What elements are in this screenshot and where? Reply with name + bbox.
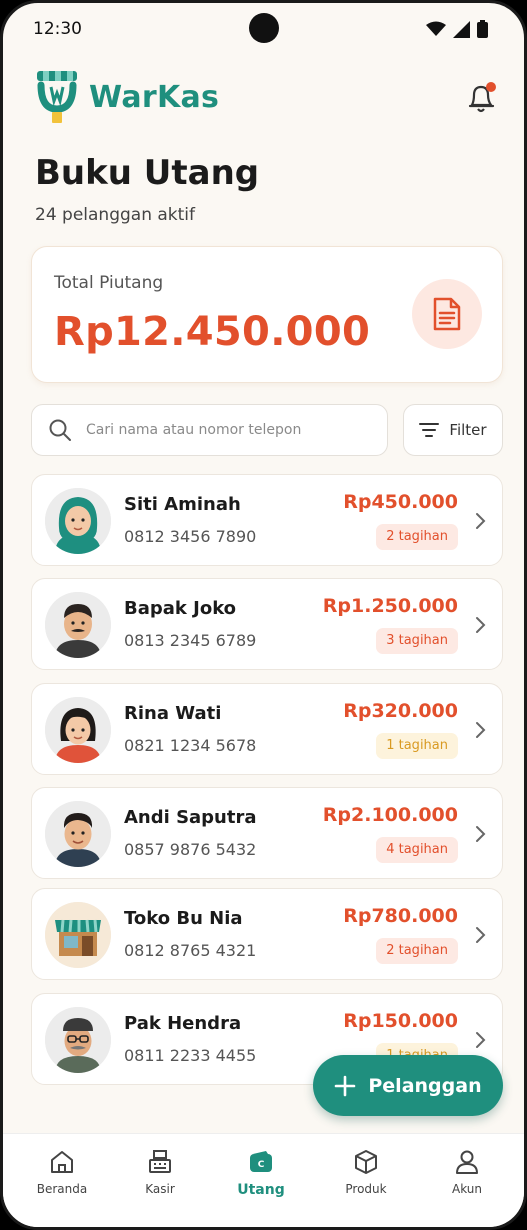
add-customer-label: Pelanggan	[368, 1074, 482, 1097]
nav-label: Kasir	[145, 1182, 175, 1196]
nav-label: Produk	[345, 1182, 387, 1196]
young-man-avatar-icon	[45, 801, 111, 867]
total-amount: Rp12.450.000	[54, 309, 371, 355]
status-bar: 12:30	[3, 3, 524, 57]
cash-register-icon	[149, 1150, 171, 1173]
debt-amount: Rp320.000	[343, 700, 458, 722]
debt-amount: Rp780.000	[343, 905, 458, 927]
bill-count-badge: 3 tagihan	[376, 628, 458, 654]
avatar	[45, 697, 111, 763]
debt-amount: Rp2.100.000	[322, 804, 458, 826]
shop-logo-icon	[37, 71, 77, 123]
bill-count-badge: 4 tagihan	[376, 837, 458, 863]
customer-row[interactable]: Toko Bu Nia 0812 8765 4321 Rp780.000 2 t…	[31, 888, 503, 980]
nav-tab-akun[interactable]: Akun	[427, 1148, 507, 1196]
home-icon	[51, 1151, 73, 1173]
status-time: 12:30	[33, 19, 82, 39]
customer-row[interactable]: Andi Saputra 0857 9876 5432 Rp2.100.000 …	[31, 787, 503, 879]
avatar	[45, 801, 111, 867]
chevron-right-icon	[476, 927, 486, 943]
phone-screen: 12:30 WarKas Buku Utang 24 pelanggan akt…	[0, 0, 527, 1230]
customer-phone: 0812 8765 4321	[124, 941, 257, 960]
wallet-icon: C	[250, 1151, 272, 1172]
mustache-man-avatar-icon	[45, 592, 111, 658]
debt-amount: Rp1.250.000	[322, 595, 458, 617]
battery-icon	[477, 20, 488, 38]
page-subtitle: 24 pelanggan aktif	[35, 205, 196, 225]
document-icon	[433, 297, 461, 331]
filter-label: Filter	[449, 421, 487, 439]
svg-text:C: C	[258, 1160, 265, 1170]
avatar	[45, 1007, 111, 1073]
nav-tab-produk[interactable]: Produk	[326, 1148, 406, 1196]
bottom-navigation: Beranda Kasir C Utang Produk Akun	[3, 1133, 524, 1227]
customer-name: Andi Saputra	[124, 807, 257, 828]
nav-tab-kasir[interactable]: Kasir	[120, 1148, 200, 1196]
nav-label: Utang	[237, 1182, 285, 1198]
app-logo: WarKas	[35, 69, 219, 125]
chevron-right-icon	[476, 722, 486, 738]
customer-name: Rina Wati	[124, 703, 222, 724]
document-badge[interactable]	[412, 279, 482, 349]
filter-icon	[419, 423, 440, 437]
nav-tab-utang[interactable]: C Utang	[221, 1148, 301, 1198]
chevron-right-icon	[476, 1032, 486, 1048]
customer-phone: 0812 3456 7890	[124, 527, 257, 546]
search-icon	[49, 419, 71, 441]
brand-name: WarKas	[89, 79, 220, 115]
shop-avatar-icon	[45, 902, 111, 968]
page-title: Buku Utang	[35, 153, 260, 193]
bill-count-badge: 1 tagihan	[376, 733, 458, 759]
customer-phone: 0857 9876 5432	[124, 840, 257, 859]
customer-name: Toko Bu Nia	[124, 908, 243, 929]
bill-count-badge: 2 tagihan	[376, 524, 458, 550]
total-label: Total Piutang	[54, 273, 164, 293]
box-icon	[355, 1150, 377, 1174]
add-customer-button[interactable]: Pelanggan	[313, 1055, 503, 1116]
bell-icon	[468, 82, 496, 113]
notification-button[interactable]	[466, 81, 498, 115]
customer-name: Bapak Joko	[124, 598, 237, 619]
customer-row[interactable]: Rina Wati 0821 1234 5678 Rp320.000 1 tag…	[31, 683, 503, 775]
chevron-right-icon	[476, 617, 486, 633]
front-camera	[249, 13, 279, 43]
filter-button[interactable]: Filter	[403, 404, 503, 456]
nav-label: Beranda	[36, 1182, 88, 1196]
debt-amount: Rp450.000	[343, 491, 458, 513]
status-icons	[426, 20, 488, 38]
customer-name: Pak Hendra	[124, 1013, 242, 1034]
customer-row[interactable]: Bapak Joko 0813 2345 6789 Rp1.250.000 3 …	[31, 578, 503, 670]
nav-label: Akun	[452, 1182, 482, 1196]
plus-icon	[335, 1075, 356, 1096]
chevron-right-icon	[476, 513, 486, 529]
customer-phone: 0813 2345 6789	[124, 631, 257, 650]
chevron-right-icon	[476, 826, 486, 842]
customer-phone: 0811 2233 4455	[124, 1046, 257, 1065]
search-input[interactable]	[86, 422, 356, 438]
customer-name: Siti Aminah	[124, 494, 241, 515]
hijab-woman-avatar-icon	[45, 488, 111, 554]
debt-amount: Rp150.000	[343, 1010, 458, 1032]
total-receivable-card: Total Piutang Rp12.450.000	[31, 246, 503, 383]
avatar	[45, 592, 111, 658]
search-box[interactable]	[31, 404, 388, 456]
avatar	[45, 902, 111, 968]
customer-phone: 0821 1234 5678	[124, 736, 257, 755]
nav-tab-beranda[interactable]: Beranda	[22, 1148, 102, 1196]
bill-count-badge: 2 tagihan	[376, 938, 458, 964]
older-man-avatar-icon	[45, 1007, 111, 1073]
customer-row[interactable]: Siti Aminah 0812 3456 7890 Rp450.000 2 t…	[31, 474, 503, 566]
user-icon	[456, 1150, 478, 1174]
woman-avatar-icon	[45, 697, 111, 763]
wifi-icon	[426, 21, 446, 36]
avatar	[45, 488, 111, 554]
signal-icon	[453, 20, 470, 38]
